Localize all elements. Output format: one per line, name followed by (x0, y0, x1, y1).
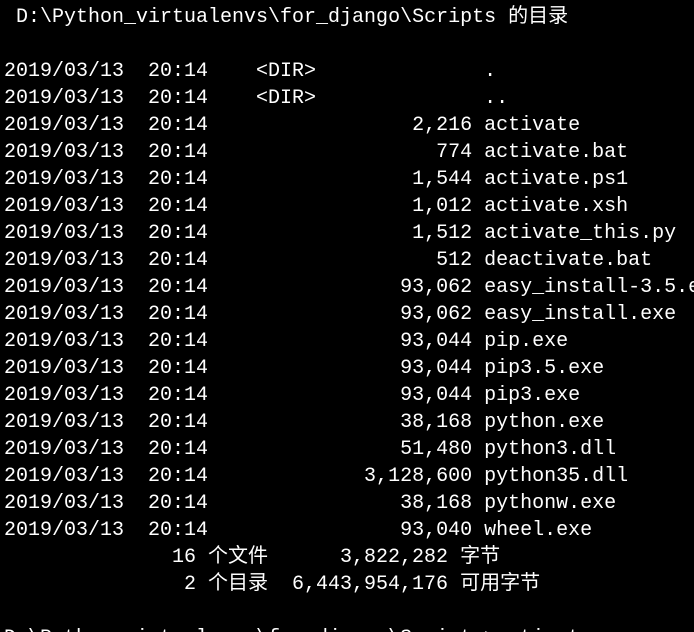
dir-listing: 2019/03/13 20:14 <DIR> . 2019/03/13 20:1… (4, 60, 694, 542)
terminal-window[interactable]: D:\Python_virtualenvs\for_django\Scripts… (0, 0, 694, 632)
summary-files: 16 个文件 3,822,282 字节 (4, 546, 500, 569)
dir-header: D:\Python_virtualenvs\for_django\Scripts… (4, 6, 568, 29)
typed-command: activate (496, 627, 592, 632)
prompt-path: D:\Python_virtualenvs\for_django\Scripts… (4, 627, 496, 632)
summary-dirs: 2 个目录 6,443,954,176 可用字节 (4, 573, 540, 596)
